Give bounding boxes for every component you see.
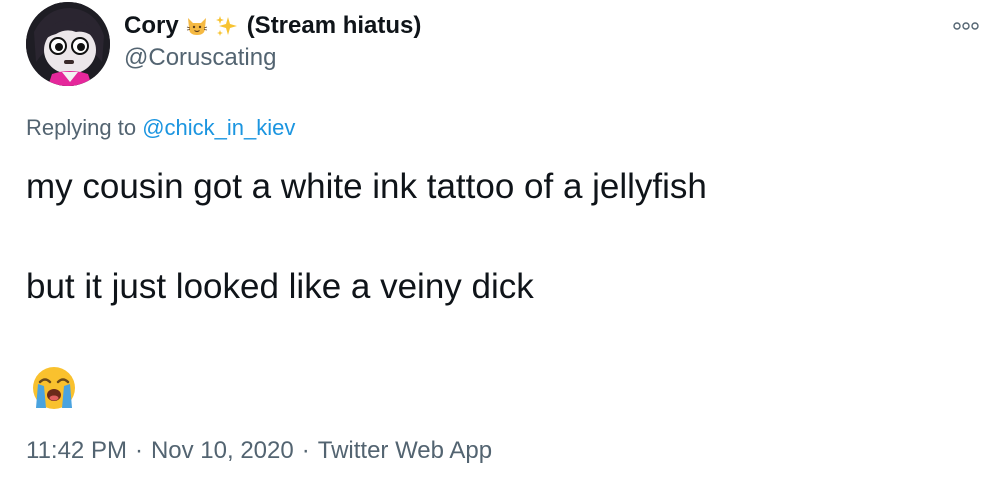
- avatar[interactable]: [26, 2, 110, 86]
- avatar-image: [26, 2, 110, 86]
- loudly-crying-face-emoji-icon: [30, 364, 78, 412]
- separator-dot: ·: [301, 437, 310, 464]
- tweet-header: Cory (Stream hiatus) @Coruscating: [124, 10, 421, 72]
- tweet-meta: 11:42 PM · Nov 10, 2020 · Twitter Web App: [26, 437, 492, 465]
- replying-to-mention[interactable]: @chick_in_kiev: [142, 115, 295, 140]
- sparkles-emoji-icon: [215, 14, 239, 38]
- display-name-suffix: (Stream hiatus): [246, 12, 422, 39]
- more-options-button[interactable]: [946, 16, 986, 36]
- separator-dot: ·: [134, 437, 143, 464]
- tweet-card: Cory (Stream hiatus) @Coruscating Replyi…: [0, 0, 1008, 493]
- display-name-text: Cory: [124, 12, 179, 39]
- tweet-time[interactable]: 11:42 PM: [26, 437, 127, 464]
- tweet-text-line-2: but it just looked like a veiny dick: [26, 267, 534, 306]
- user-handle[interactable]: @Coruscating: [124, 44, 421, 72]
- display-name[interactable]: Cory (Stream hiatus): [124, 10, 421, 42]
- replying-prefix: Replying to: [26, 115, 137, 140]
- tweet-date[interactable]: Nov 10, 2020: [151, 437, 294, 464]
- replying-to: Replying to @chick_in_kiev: [26, 115, 295, 141]
- tweet-source[interactable]: Twitter Web App: [318, 437, 492, 464]
- more-options-icon: [953, 22, 979, 30]
- cat-face-emoji-icon: [185, 14, 209, 38]
- tweet-text-line-1: my cousin got a white ink tattoo of a je…: [26, 167, 707, 206]
